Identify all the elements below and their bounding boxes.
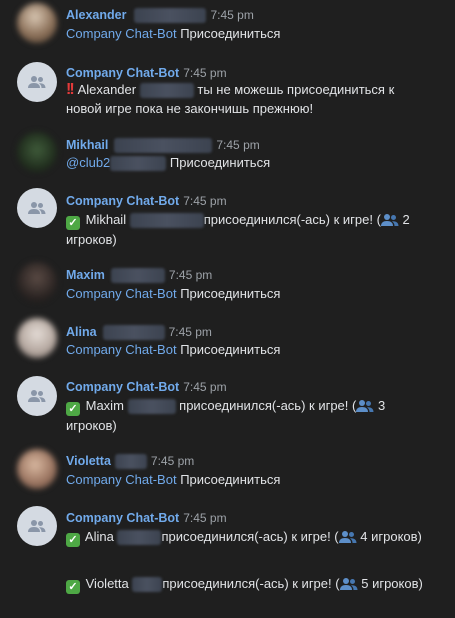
avatar[interactable]: [17, 188, 57, 228]
author-name[interactable]: Company Chat-Bot: [66, 66, 179, 80]
redacted-surname: [139, 83, 194, 99]
check-mark-icon: ✓: [66, 533, 80, 547]
check-mark-icon: ✓: [66, 580, 80, 594]
bot-mention-link[interactable]: Company Chat-Bot: [66, 286, 177, 301]
join-text: Присоединиться: [180, 342, 281, 357]
message-time[interactable]: 7:45 pm: [169, 325, 212, 339]
message-time[interactable]: 7:45 pm: [183, 66, 226, 80]
joined-text: присоединился(-ась) к игре! (: [162, 576, 340, 591]
players-word: игроков): [66, 418, 117, 433]
check-mark-icon: ✓: [66, 402, 80, 416]
player-count: 5: [361, 576, 369, 591]
message-time[interactable]: 7:45 pm: [169, 268, 212, 282]
avatar[interactable]: [17, 449, 57, 489]
message-text: ✓ Mikhail присоединился(-ась) к игре! ( …: [66, 210, 426, 249]
group-icon: [28, 202, 46, 214]
author-name[interactable]: Maxim: [66, 268, 105, 282]
redacted-surname: [132, 577, 163, 593]
group-icon: [28, 520, 46, 532]
redacted-surname: [114, 453, 147, 469]
redacted-surname: [129, 213, 204, 229]
message-time[interactable]: 7:45 pm: [183, 511, 226, 525]
player-count: 3: [377, 398, 386, 413]
players-word: игроков): [66, 232, 117, 247]
group-icon: [28, 390, 46, 402]
redacted-surname: [102, 324, 165, 340]
club-mention-link[interactable]: @club2: [66, 155, 167, 172]
redacted-surname: [134, 7, 207, 23]
bot-mention-link[interactable]: Company Chat-Bot: [66, 26, 177, 41]
join-text: Присоединиться: [180, 26, 281, 41]
message-text: Company Chat-Bot Присоединиться: [66, 284, 280, 303]
joined-text: присоединился(-ась) к игре! (: [179, 398, 357, 413]
avatar[interactable]: [17, 376, 57, 416]
player-count: 4: [360, 529, 368, 544]
mention-name: Mikhail: [85, 212, 127, 227]
message-time[interactable]: 7:45 pm: [210, 8, 253, 22]
message-text: !! Alexander ты не можешь присоединиться…: [66, 80, 426, 118]
double-exclamation-icon: !!: [66, 81, 75, 98]
join-text: Присоединиться: [169, 155, 271, 170]
author-name[interactable]: Mikhail: [66, 138, 108, 152]
message-time[interactable]: 7:45 pm: [216, 138, 259, 152]
players-word: игроков): [371, 529, 422, 544]
author-name[interactable]: Alexander: [66, 8, 126, 22]
avatar[interactable]: [17, 506, 57, 546]
users-icon: [356, 400, 374, 412]
message-text-second: ✓ Violetta присоединился(-ась) к игре! (…: [66, 574, 426, 594]
join-text: Присоединиться: [180, 472, 281, 487]
message-text: ✓ Alina присоединился(-ась) к игре! ( 4 …: [66, 527, 426, 547]
redacted-club-id: [110, 156, 167, 172]
users-icon: [338, 531, 357, 543]
author-name[interactable]: Alina: [66, 325, 97, 339]
mention-name: Maxim: [85, 398, 124, 413]
author-name[interactable]: Company Chat-Bot: [66, 511, 179, 525]
users-icon: [339, 578, 358, 590]
join-text: Присоединиться: [180, 286, 281, 301]
player-count: 2: [402, 212, 410, 227]
redacted-surname: [117, 530, 162, 546]
message-time[interactable]: 7:45 pm: [183, 380, 226, 394]
avatar[interactable]: [17, 62, 57, 102]
avatar[interactable]: [17, 3, 57, 43]
message-text: Company Chat-Bot Присоединиться: [66, 470, 280, 489]
joined-text: присоединился(-ась) к игре! (: [161, 529, 339, 544]
mention-name: Violetta: [85, 576, 129, 591]
users-icon: [380, 214, 399, 226]
mention-name: Alina: [84, 529, 114, 544]
author-name[interactable]: Company Chat-Bot: [66, 194, 179, 208]
message-text: Company Chat-Bot Присоединиться: [66, 24, 280, 43]
avatar[interactable]: [17, 262, 57, 302]
author-name[interactable]: Violetta: [66, 454, 111, 468]
redacted-surname: [110, 267, 165, 283]
mention-name: Alexander: [77, 82, 137, 97]
redacted-surname: [127, 399, 176, 415]
avatar[interactable]: [17, 132, 57, 172]
redacted-surname: [114, 137, 213, 153]
message-text: ✓ Maxim присоединился(-ась) к игре! ( 3 …: [66, 396, 426, 435]
message-time[interactable]: 7:45 pm: [183, 194, 226, 208]
message-text: Company Chat-Bot Присоединиться: [66, 340, 280, 359]
group-icon: [28, 76, 46, 88]
bot-mention-link[interactable]: Company Chat-Bot: [66, 342, 177, 357]
players-word: игроков): [372, 576, 423, 591]
joined-text: присоединился(-ась) к игре! (: [203, 212, 381, 227]
message-time[interactable]: 7:45 pm: [151, 454, 194, 468]
author-name[interactable]: Company Chat-Bot: [66, 380, 179, 394]
check-mark-icon: ✓: [66, 216, 80, 230]
avatar[interactable]: [17, 318, 57, 358]
message-text: @club2 Присоединиться: [66, 153, 270, 172]
bot-mention-link[interactable]: Company Chat-Bot: [66, 472, 177, 487]
